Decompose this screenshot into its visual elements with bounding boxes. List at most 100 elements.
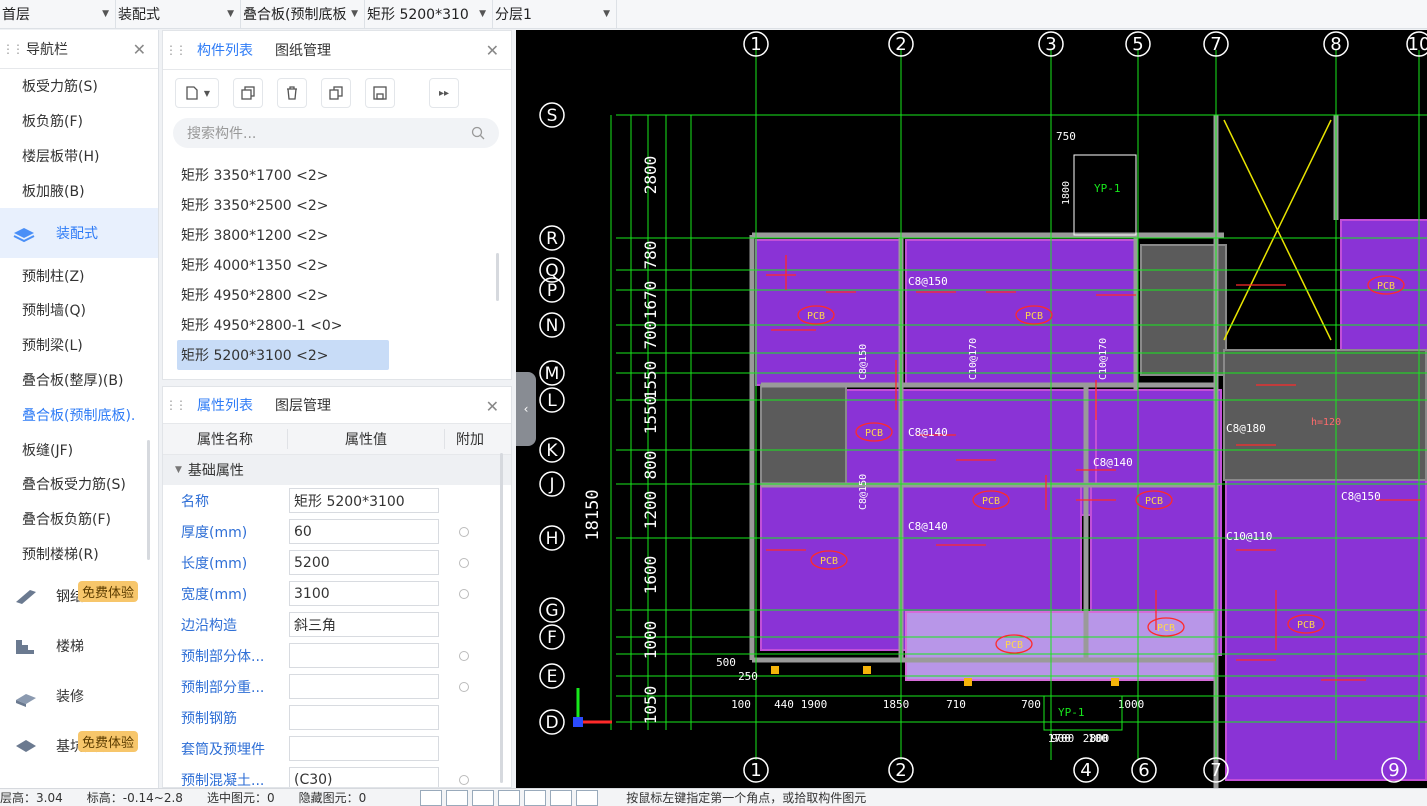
property-value-input[interactable]: 斜三角 [289,612,439,637]
drag-handle-icon[interactable]: ⋮⋮ [165,398,187,412]
delete-button[interactable] [277,78,307,108]
nav-item[interactable]: 板负筋(F) [0,104,158,139]
component-select[interactable]: 矩形 5200*310 ▼ [365,0,493,28]
list-item[interactable]: 矩形 4000*1350 <2> [163,250,497,280]
close-icon[interactable]: ✕ [133,40,146,59]
property-scrollbar[interactable] [500,453,503,783]
close-icon[interactable]: ✕ [486,41,499,60]
nav-category-stairs[interactable]: 楼梯 [0,621,158,671]
property-value-input[interactable]: (C30) [289,767,439,787]
cross-select-button[interactable] [472,789,495,806]
nav-category-decoration[interactable]: 装修 [0,671,158,721]
tab-drawing-management[interactable]: 图纸管理 [271,32,335,68]
nav-item-active[interactable]: 叠合板(预制底板). [0,397,158,432]
status-floor-height: 层高：3.04 [0,791,63,805]
nav-category-pit-support[interactable]: 基坑支护 免费体验 [0,721,158,771]
bottom-dimension: 1900 [801,698,828,711]
yp-box [1073,154,1137,236]
duplicate-button[interactable] [321,78,351,108]
floor-select[interactable]: 首层 ▼ [0,0,116,28]
list-item[interactable]: 矩形 3350*1700 <2> [163,160,497,190]
axis-label-top: 10 [1408,34,1427,55]
search-icon [471,126,485,140]
type-select[interactable]: 叠合板(预制底板 ▼ [241,0,365,28]
axis-label-left: M [545,364,560,384]
nav-item[interactable]: 板受力筋(S) [0,69,158,104]
nav-category-steel[interactable]: 钢结构 免费体验 [0,571,158,621]
property-value-input[interactable]: 60 [289,519,439,544]
plus-button[interactable] [524,789,547,806]
nav-category-prefab[interactable]: 装配式 [0,208,158,259]
tab-property-list[interactable]: 属性列表 [193,387,257,423]
collapse-panel-button[interactable]: ‹ [516,372,536,446]
axis-label-top: 8 [1330,34,1341,55]
list-item[interactable]: 矩形 3350*2500 <2> [163,190,497,220]
copy-icon [241,86,255,100]
bottom-dimension: 900 [1051,732,1071,745]
add-radio[interactable] [459,650,469,661]
chevron-down-icon: ▼ [102,9,109,19]
property-name: 宽度(mm) [181,586,248,603]
nav-item[interactable]: 预制柱(Z) [0,258,158,293]
property-name: 厚度(mm) [181,524,248,541]
slab-region [755,239,902,386]
nav-item[interactable]: 叠合板受力筋(S) [0,467,158,502]
cad-drawing[interactable]: 1 2 3 5 7 8 101 2 4 6 7 9SRQPNMLKJHGFED280078016707… [516,30,1427,788]
nav-item[interactable]: 叠合板负筋(F) [0,502,158,537]
list-scrollbar[interactable] [496,253,499,301]
bottom-dimension: 700 [1021,698,1041,711]
nav-item-label: 预制梁(L) [22,338,83,355]
property-row: 套筒及预埋件 [163,733,511,764]
tab-component-list[interactable]: 构件列表 [193,32,257,68]
nav-item[interactable]: 板加腋(B) [0,173,158,208]
list-item[interactable]: 矩形 4950*2800 <2> [163,280,497,310]
nav-item[interactable]: 预制楼梯(R) [0,537,158,572]
property-group[interactable]: ▼ 基础属性 [163,455,511,485]
free-trial-badge: 免费体验 [78,581,139,603]
property-value-input[interactable]: 矩形 5200*3100 [289,488,439,513]
property-panel: ⋮⋮ 属性列表 图层管理 ✕ 属性名称 属性值 附加 ▼ 基础属性 名称 矩形 5… [162,386,512,788]
property-value-input[interactable]: 5200 [289,550,439,575]
property-name: 长度(mm) [181,555,248,572]
category-select[interactable]: 装配式 ▼ [116,0,241,28]
copy-button[interactable] [233,78,263,108]
nav-item[interactable]: 预制墙(Q) [0,293,158,328]
property-value-input[interactable] [289,674,439,699]
add-radio[interactable] [459,557,469,568]
drag-handle-icon[interactable]: ⋮⋮ [165,43,187,57]
search-input[interactable]: 搜索构件... [173,118,499,148]
property-value-input[interactable] [289,736,439,761]
property-rows: 名称 矩形 5200*3100 厚度(mm) 60 长度(mm) 5200 宽度(mm) 31… [163,485,511,787]
add-radio[interactable] [459,526,469,537]
line-button[interactable] [498,789,521,806]
close-icon[interactable]: ✕ [486,397,499,416]
overall-dimension: 18150 [583,489,603,540]
property-value-input[interactable]: 3100 [289,581,439,606]
add-radio[interactable] [459,681,469,692]
drag-handle-icon[interactable]: ⋮⋮ [2,42,24,56]
tab-layer-management[interactable]: 图层管理 [271,387,335,423]
property-value-input[interactable] [289,643,439,668]
save-template-button[interactable] [365,78,395,108]
list-item[interactable]: 矩形 3800*1200 <2> [163,220,497,250]
axis-label-left: G [545,601,558,621]
snap-button[interactable] [420,789,443,806]
layer-select[interactable]: 分层1 ▼ [493,0,617,28]
list-item[interactable]: 矩形 4950*2800-1 <0> [163,310,497,340]
nav-item[interactable]: 楼层板带(H) [0,139,158,174]
nav-item[interactable]: 预制梁(L) [0,328,158,363]
rect-select-button[interactable] [446,789,469,806]
nav-item[interactable]: 板缝(JF) [0,432,158,467]
add-radio[interactable] [459,588,469,599]
property-value-input[interactable] [289,705,439,730]
drawing-canvas[interactable]: 1 2 3 5 7 8 10 1 2 4 6 7 9 S R Q P N M L K J H G F E D 2800 780 1670 7… [516,30,1427,788]
add-radio[interactable] [459,774,469,785]
vertical-dimension: 700 [641,321,660,350]
list-item-selected[interactable]: 矩形 5200*3100 <2> [177,340,389,370]
new-component-button[interactable]: ▼ [175,78,219,108]
polyline-button[interactable] [576,789,599,806]
more-button[interactable]: ▸▸ [429,78,459,108]
nav-scrollbar[interactable] [147,440,150,560]
fill-button[interactable] [550,789,573,806]
nav-item[interactable]: 叠合板(整厚)(B) [0,363,158,398]
